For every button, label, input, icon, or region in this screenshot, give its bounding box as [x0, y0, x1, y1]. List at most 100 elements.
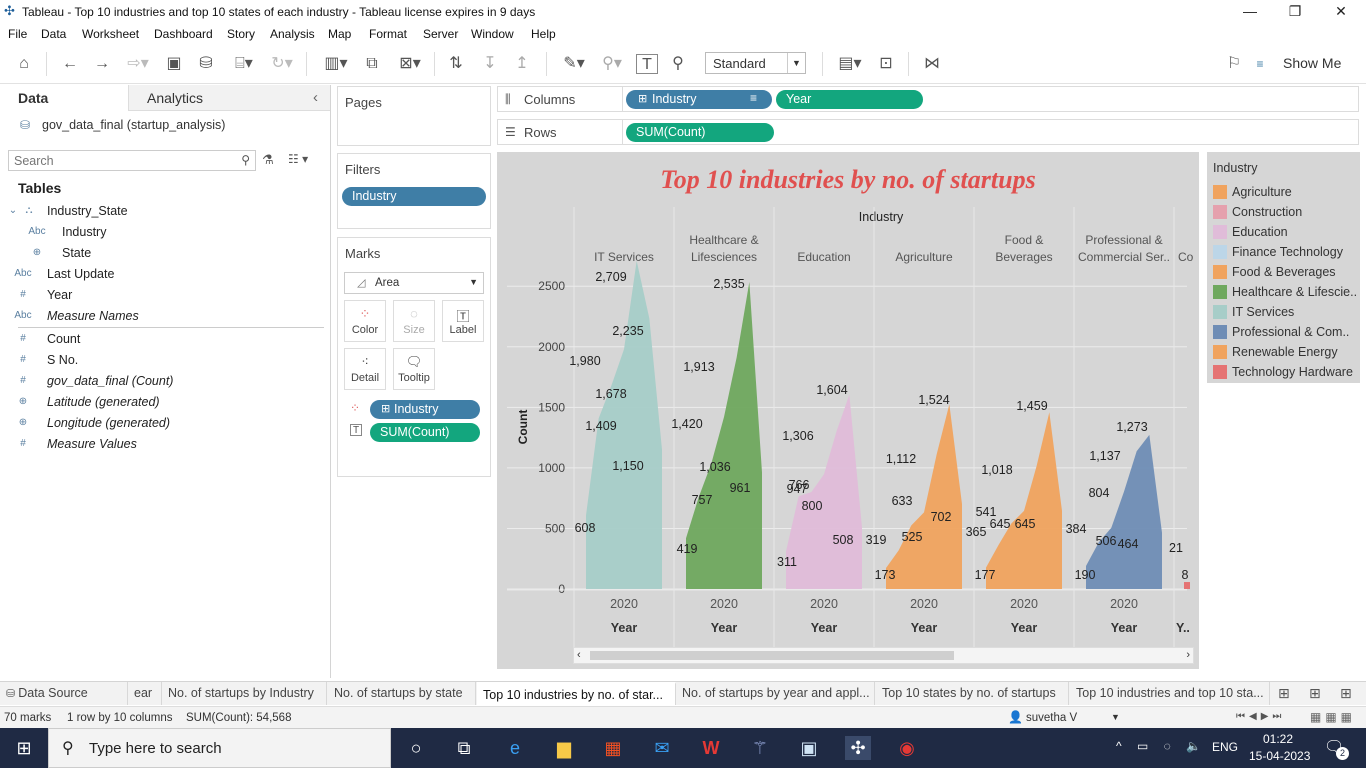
- fit-select[interactable]: Standard ▼: [705, 52, 806, 74]
- view-options-icon[interactable]: ☷ ▾: [288, 152, 308, 166]
- chrome-icon[interactable]: ◉: [894, 736, 920, 760]
- view-mode-icons[interactable]: ▦▦▦: [1310, 710, 1356, 724]
- sheet-tab[interactable]: Top 10 industries and top 10 sta...: [1070, 682, 1270, 705]
- tableau-taskbar-icon[interactable]: ✣: [845, 736, 871, 760]
- menu-map[interactable]: Map: [328, 27, 351, 41]
- search-box[interactable]: ⚲: [8, 150, 256, 171]
- language-indicator[interactable]: ENG: [1212, 740, 1238, 754]
- tab-data[interactable]: Data: [0, 85, 128, 111]
- paint-icon[interactable]: ▣: [796, 736, 822, 760]
- show-cards-icon[interactable]: ▤▾: [832, 54, 868, 74]
- field-industry-state[interactable]: ⌄ ⛬ Industry_State: [0, 201, 330, 222]
- edge-icon[interactable]: e: [502, 736, 528, 760]
- new-datasource-icon[interactable]: ⛁: [194, 54, 218, 74]
- area-chart[interactable]: Top 10 industries by no. of startups Indu…: [497, 152, 1199, 669]
- menu-dashboard[interactable]: Dashboard: [154, 27, 213, 41]
- scrollbar-thumb[interactable]: [590, 651, 954, 660]
- search-icon[interactable]: ⚲: [241, 153, 250, 167]
- menu-story[interactable]: Story: [227, 27, 255, 41]
- legend-item[interactable]: Food & Beverages: [1210, 262, 1360, 282]
- store-icon[interactable]: ▦: [600, 736, 626, 760]
- new-worksheet-icon[interactable]: ⊞: [1278, 685, 1290, 702]
- sheet-tab[interactable]: No. of startups by state: [328, 682, 476, 705]
- sheet-tab[interactable]: No. of startups by year and appl...: [676, 682, 875, 705]
- legend-item[interactable]: Professional & Com..: [1210, 322, 1360, 342]
- chevron-down-icon[interactable]: ▼: [1111, 712, 1120, 722]
- field-year[interactable]: # Year: [0, 285, 330, 306]
- detail-button[interactable]: ⁖ Detail: [344, 348, 386, 390]
- restore-button[interactable]: ❐: [1272, 0, 1318, 24]
- legend-item[interactable]: Construction: [1210, 202, 1360, 222]
- user-name[interactable]: suvetha V: [1026, 712, 1077, 724]
- menu-file[interactable]: File: [8, 27, 27, 41]
- sort-descending-icon[interactable]: ↥: [510, 54, 534, 74]
- system-tray-icons[interactable]: ^ ▭ ◌ 🔈: [1116, 739, 1207, 753]
- field-count[interactable]: # Count: [0, 329, 330, 350]
- tab-analytics[interactable]: Analytics: [128, 85, 330, 111]
- duplicate-icon[interactable]: ⧉: [360, 54, 384, 74]
- size-button[interactable]: ◌ Size: [393, 300, 435, 342]
- clock-time[interactable]: 01:22: [1263, 732, 1293, 746]
- legend-item[interactable]: IT Services: [1210, 302, 1360, 322]
- wps-office-icon[interactable]: W: [698, 736, 724, 760]
- redo-icon[interactable]: →: [90, 54, 114, 74]
- sheet-tab[interactable]: No. of startups by Industry: [162, 682, 327, 705]
- filters-shelf[interactable]: Filters Industry: [337, 153, 491, 229]
- field-latitude-generated[interactable]: ⊕ Latitude (generated): [0, 392, 330, 413]
- file-explorer-icon[interactable]: ▆: [551, 736, 577, 760]
- show-me-icon[interactable]: ≡: [1256, 54, 1264, 74]
- menu-format[interactable]: Format: [369, 27, 407, 41]
- taskbar-search[interactable]: ⚲ Type here to search: [48, 728, 391, 768]
- legend-item[interactable]: Renewable Energy: [1210, 342, 1360, 362]
- filter-pill-industry[interactable]: Industry: [342, 187, 486, 206]
- format-painter-icon[interactable]: ⚐: [1222, 54, 1246, 74]
- scroll-right-icon[interactable]: ›: [1186, 649, 1190, 661]
- field-longitude-generated[interactable]: ⊕ Longitude (generated): [0, 413, 330, 434]
- sheet-tab[interactable]: ear: [128, 682, 162, 705]
- horizontal-scrollbar[interactable]: ‹ ›: [573, 647, 1194, 664]
- sort-ascending-icon[interactable]: ↧: [478, 54, 502, 74]
- task-view-icon[interactable]: ⧉: [451, 736, 477, 760]
- menu-server[interactable]: Server: [423, 27, 458, 41]
- group-icon[interactable]: ⚲▾: [594, 54, 630, 74]
- field-last-update[interactable]: Abc Last Update: [0, 264, 330, 285]
- search-input[interactable]: [9, 151, 229, 170]
- pages-shelf[interactable]: Pages: [337, 86, 491, 146]
- menu-analysis[interactable]: Analysis: [270, 27, 315, 41]
- pause-updates-icon[interactable]: ⌸▾: [226, 54, 262, 74]
- show-me-button[interactable]: Show Me: [1283, 55, 1341, 71]
- show-labels-icon[interactable]: T: [636, 54, 658, 74]
- filter-icon[interactable]: ⚗: [262, 152, 274, 168]
- sheet-tab-active[interactable]: Top 10 industries by no. of star...: [477, 682, 676, 705]
- data-source-tab[interactable]: ⛁ Data Source: [0, 682, 128, 705]
- legend-item[interactable]: Agriculture: [1210, 182, 1360, 202]
- legend-item[interactable]: Finance Technology: [1210, 242, 1360, 262]
- field-measure-values[interactable]: # Measure Values: [0, 434, 330, 455]
- refresh-icon[interactable]: ↻▾: [264, 54, 300, 74]
- sheet-tab[interactable]: Top 10 states by no. of startups: [876, 682, 1069, 705]
- legend-item[interactable]: Education: [1210, 222, 1360, 242]
- rows-pill-sum-count[interactable]: SUM(Count): [626, 123, 774, 142]
- highlight-icon[interactable]: ✎▾: [556, 54, 592, 74]
- swap-icon[interactable]: ⇅: [444, 54, 468, 74]
- color-legend[interactable]: Industry Agriculture Construction Educatio…: [1207, 152, 1360, 383]
- new-dashboard-icon[interactable]: ⊞: [1309, 685, 1321, 702]
- sheet-navigation-icons[interactable]: ⏮◀▶⏭: [1236, 711, 1285, 722]
- replay-icon[interactable]: ⇨▾: [120, 54, 156, 74]
- tableau-prep-icon[interactable]: ⚚: [747, 736, 773, 760]
- marks-pill-sum-count[interactable]: SUM(Count): [370, 423, 480, 442]
- windows-start-icon[interactable]: ⊞: [11, 736, 37, 760]
- minimize-button[interactable]: —: [1227, 0, 1273, 24]
- field-s-no[interactable]: # S No.: [0, 350, 330, 371]
- collapse-pane-icon[interactable]: ‹: [313, 89, 318, 106]
- mail-icon[interactable]: ✉: [649, 736, 675, 760]
- datasource-name[interactable]: gov_data_final (startup_analysis): [42, 118, 225, 132]
- legend-item[interactable]: Technology Hardware: [1210, 362, 1360, 382]
- field-industry[interactable]: Abc Industry: [0, 222, 330, 243]
- tooltip-button[interactable]: 🗨 Tooltip: [393, 348, 435, 390]
- mark-type-select[interactable]: ◿ Area ▼: [344, 272, 484, 294]
- home-icon[interactable]: ⌂: [12, 54, 36, 74]
- menu-worksheet[interactable]: Worksheet: [82, 27, 139, 41]
- menu-window[interactable]: Window: [471, 27, 514, 41]
- new-story-icon[interactable]: ⊞: [1340, 685, 1352, 702]
